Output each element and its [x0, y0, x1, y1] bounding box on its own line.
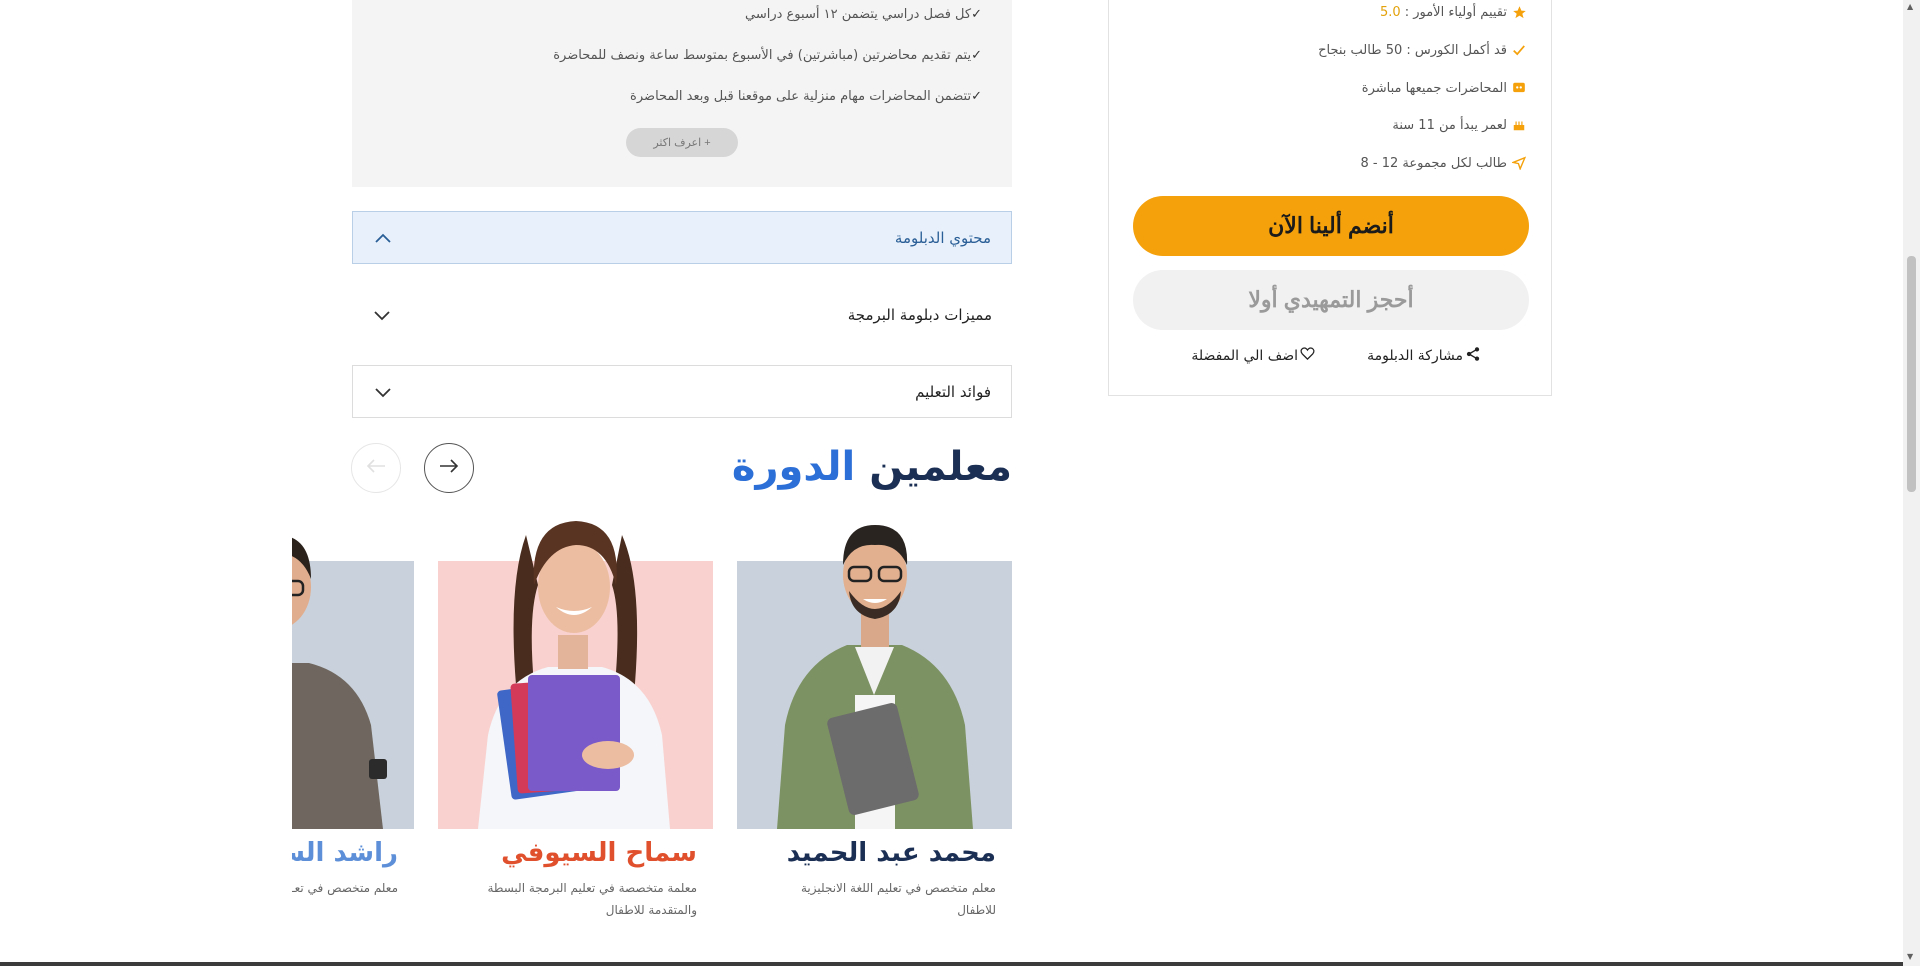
rating-row: تقييم أولياء الأمور : 5.0 — [1380, 4, 1527, 20]
live-icon — [1511, 80, 1527, 96]
age-row: لعمر يبدأ من 11 سنة — [1392, 117, 1527, 133]
scrollbar-thumb[interactable] — [1907, 256, 1916, 492]
section-title: معلمين الدورة — [731, 444, 1012, 490]
cake-icon — [1511, 117, 1527, 133]
book-intro-button[interactable]: أحجز التمهيدي أولا — [1133, 270, 1529, 330]
accordion-diploma-content[interactable]: محتوي الدبلومة — [352, 211, 1012, 264]
teacher-name[interactable]: سماح السيوفي — [501, 838, 697, 868]
share-diploma-link[interactable]: مشاركة الدبلومة — [1367, 346, 1481, 366]
teacher-description: معلمة متخصصة في تعليم البرمجة البسطة وال… — [487, 881, 697, 917]
teacher-description: معلم متخصص في تعليم اللغة الانجليزية للا… — [800, 881, 996, 917]
chevron-down-icon — [373, 382, 393, 402]
teacher-photo — [478, 521, 670, 829]
rating-value: 5.0 — [1380, 4, 1401, 20]
chevron-up-icon — [373, 228, 393, 248]
live-row: المحاضرات جميعها مباشرة — [1362, 80, 1527, 96]
accordion-label: فوائد التعليم — [915, 382, 991, 401]
teacher-name[interactable]: راشد السـ — [292, 838, 398, 868]
chevron-down-icon — [372, 305, 392, 325]
teachers-carousel: محمد عبد الحميد معلم متخصص في تعليم اللغ… — [292, 495, 1012, 935]
arrow-left-icon — [365, 458, 387, 478]
heart-icon — [1300, 346, 1315, 365]
teacher-photo — [777, 525, 973, 829]
teacher-name[interactable]: محمد عبد الحميد — [787, 838, 996, 868]
diploma-info-box: ✓كل فصل دراسي يتضمن ١٢ أسبوع دراسي ✓يتم … — [352, 0, 1012, 187]
share-icon — [1465, 346, 1481, 366]
group-size-row: طالب لكل مجموعة 12 - 8 — [1360, 155, 1527, 171]
completed-row: قد أكمل الكورس : 50 طالب بنجاح — [1318, 42, 1527, 58]
scroll-up-icon[interactable]: ▲ — [1907, 2, 1913, 11]
accordion-label: محتوي الدبلومة — [894, 228, 991, 247]
page-scrollbar[interactable]: ▲ ▼ — [1903, 0, 1920, 966]
learn-more-button[interactable]: + اعرف اكثر — [626, 128, 738, 157]
accordion-label: مميزات دبلومة البرمجة — [847, 305, 992, 324]
info-line: ✓يتم تقديم محاضرتين (مباشرتين) في الأسبو… — [553, 48, 982, 63]
scroll-down-icon[interactable]: ▼ — [1907, 952, 1913, 961]
carousel-prev-button[interactable] — [351, 443, 401, 493]
teacher-photo — [292, 537, 387, 829]
arrow-right-icon — [438, 458, 460, 478]
star-icon — [1511, 4, 1527, 20]
accordion-programming-features[interactable]: مميزات دبلومة البرمجة — [352, 288, 1012, 341]
diploma-sidebar: تقييم أولياء الأمور : 5.0 قد أكمل الكورس… — [1108, 0, 1552, 396]
send-icon — [1511, 155, 1527, 171]
check-icon — [1511, 42, 1527, 58]
bottom-divider — [0, 962, 1903, 966]
info-line: ✓كل فصل دراسي يتضمن ١٢ أسبوع دراسي — [745, 7, 982, 22]
join-now-button[interactable]: أنضم ألينا الآن — [1133, 196, 1529, 256]
accordion-learning-benefits[interactable]: فوائد التعليم — [352, 365, 1012, 418]
info-line: ✓تتضمن المحاضرات مهام منزلية على موقعنا … — [630, 89, 982, 104]
teacher-description: معلم متخصص في تعـ — [292, 881, 398, 895]
carousel-next-button[interactable] — [424, 443, 474, 493]
add-favorite-link[interactable]: اضف الي المفضلة — [1191, 346, 1315, 365]
